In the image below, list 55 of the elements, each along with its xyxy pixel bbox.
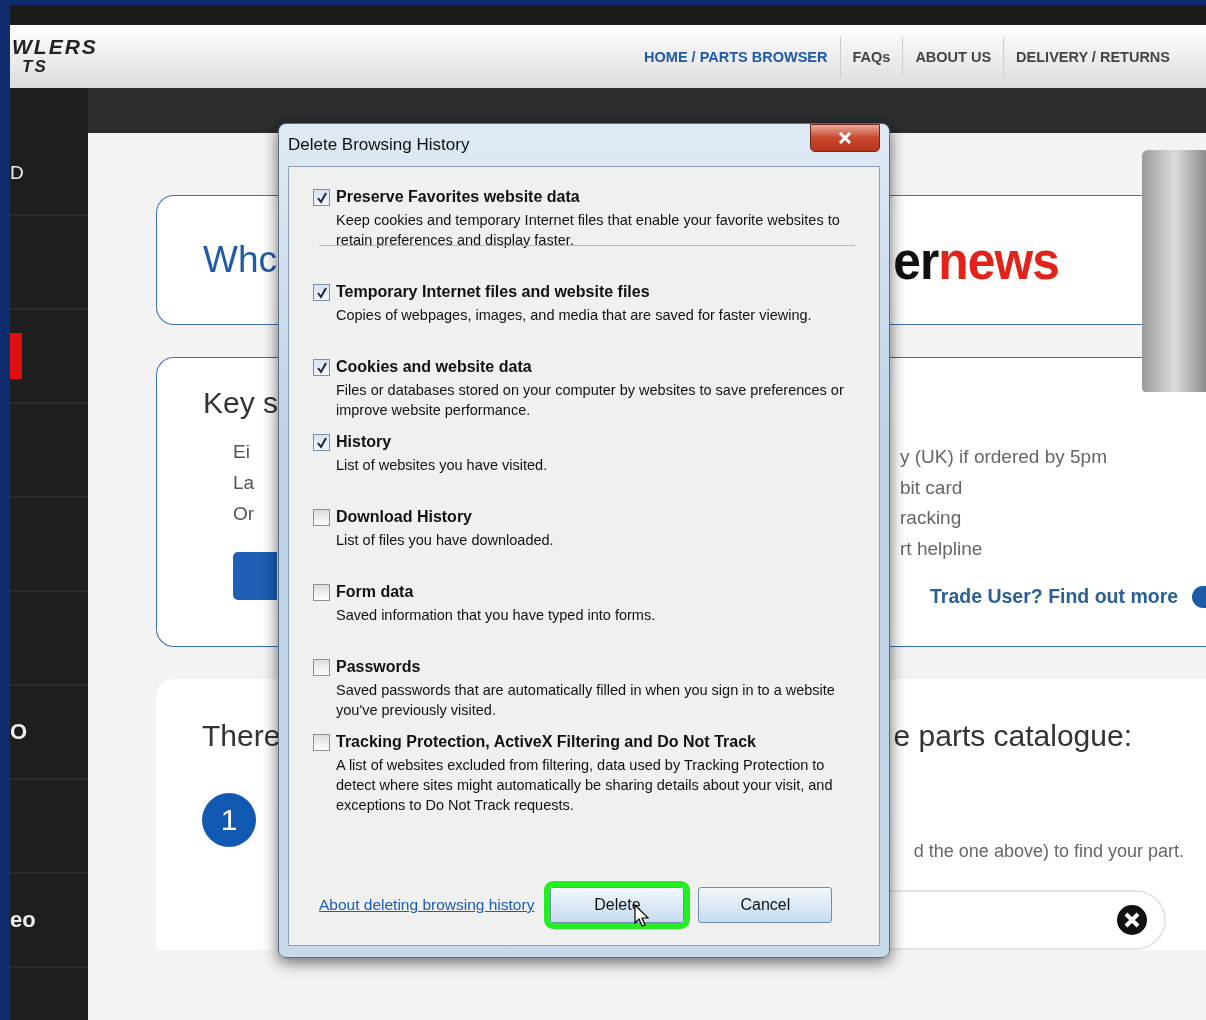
clear-icon[interactable] — [1116, 904, 1148, 936]
card-heading: e parts catalogue: — [893, 719, 1132, 753]
nav-link[interactable]: FAQs — [839, 36, 903, 77]
option-description: List of websites you have visited. — [336, 456, 549, 475]
card-heading: Key s — [203, 386, 279, 420]
option-label: Preserve Favorites website data — [336, 187, 581, 207]
feature-item: racking — [900, 506, 963, 530]
step-text: d the one above) to find your part. — [913, 841, 1184, 862]
checkbox[interactable] — [313, 434, 330, 451]
sidebar-label: eo — [10, 907, 36, 933]
help-link[interactable]: About deleting browsing history — [319, 896, 535, 914]
option-description: Files or databases stored on your computer by websites to save preferences or improve website performance. — [336, 381, 845, 420]
brand-logo-text: ernews — [893, 229, 1059, 291]
dialog-title: Delete Browsing History — [288, 135, 470, 155]
checkbox[interactable] — [313, 359, 330, 376]
logo-text: WLERS — [12, 36, 98, 57]
card-heading: Whc — [203, 239, 277, 281]
close-icon — [838, 132, 852, 144]
checkbox[interactable] — [313, 659, 330, 676]
feature-item: La — [233, 471, 256, 495]
option-description: Saved information that you have typed into forms. — [336, 606, 657, 625]
checkbox[interactable] — [313, 509, 330, 526]
nav-link[interactable]: DELIVERY / RETURNS — [1003, 36, 1182, 77]
checkbox[interactable] — [313, 584, 330, 601]
sidebar-label: D — [10, 162, 24, 184]
logo-text: TS — [21, 56, 49, 77]
option-label: Passwords — [336, 657, 422, 677]
feature-item: y (UK) if ordered by 5pm — [900, 445, 1108, 469]
feature-item: rt helpline — [900, 536, 984, 561]
option-label: Temporary Internet files and website files — [336, 282, 651, 302]
checkbox[interactable] — [313, 284, 330, 301]
checkbox[interactable] — [313, 189, 330, 206]
trade-link[interactable]: Trade User? Find out more — [930, 585, 1179, 608]
option-label: Cookies and website data — [336, 357, 533, 377]
option-description: List of files you have downloaded. — [336, 531, 555, 550]
option-label: Download History — [336, 507, 473, 527]
option-description: A list of websites excluded from filtering, data used by Tracking Protection to detect where sites might automatically be sharing details about your visit, and exceptions to Do Not Track requests. — [336, 756, 834, 815]
close-button[interactable] — [810, 124, 880, 152]
option-label: History — [336, 432, 393, 452]
step-number: 1 — [202, 793, 256, 847]
option-description: Keep cookies and temporary Internet files that enable your favorite websites to retain preferences and display faster. — [336, 211, 841, 250]
feature-item: Ei — [233, 440, 251, 464]
sidebar-logo-fragment — [10, 333, 22, 379]
option-description: Saved passwords that are automatically filled in when you sign in to a website you've previously visited. — [336, 681, 836, 720]
option-label: Form data — [336, 582, 415, 602]
option-label: Tracking Protection, ActiveX Filtering and Do Not Track — [336, 732, 757, 752]
card-heading: There — [202, 719, 281, 753]
feature-item: Or — [233, 502, 256, 526]
checkbox[interactable] — [313, 734, 330, 751]
option-description: Copies of webpages, images, and media that are saved for faster viewing. — [336, 306, 813, 325]
nav-link[interactable]: ABOUT US — [902, 36, 1004, 77]
feature-item: bit card — [900, 475, 964, 500]
nav-link[interactable]: HOME / PARTS BROWSER — [632, 36, 840, 77]
sidebar-label: O — [10, 719, 28, 745]
dialog-button[interactable]: Cancel — [698, 887, 833, 923]
